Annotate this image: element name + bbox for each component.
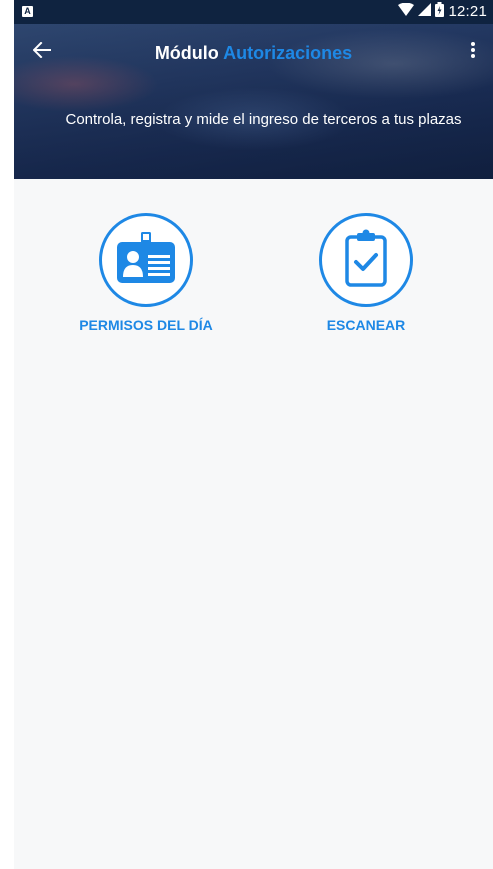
escanear-button[interactable]: ESCANEAR (286, 213, 446, 334)
clipboard-check-icon (344, 229, 388, 292)
overflow-menu-button[interactable] (463, 38, 483, 66)
permisos-label: PERMISOS DEL DÍA (79, 317, 213, 333)
permisos-circle (99, 213, 193, 307)
wifi-icon (398, 2, 415, 22)
status-bar: A 12:21 (14, 0, 493, 24)
header-banner: Módulo Autorizaciones Controla, registra… (14, 24, 493, 179)
header-subtitle: Controla, registra y mide el ingreso de … (65, 111, 462, 128)
escanear-circle (319, 213, 413, 307)
app-screen: A 12:21 Módulo Autorizaciones Controla, … (14, 0, 493, 869)
signal-icon (418, 2, 432, 22)
status-icons: 12:21 (398, 2, 487, 22)
battery-icon (435, 2, 445, 22)
title-accent: Autorizaciones (223, 43, 353, 63)
more-vert-icon (471, 41, 475, 63)
escanear-label: ESCANEAR (326, 317, 406, 333)
title-main: Módulo (154, 43, 219, 63)
status-time: 12:21 (448, 3, 487, 20)
id-card-icon (116, 231, 176, 289)
notification-app-icon: A (22, 6, 33, 17)
permisos-del-dia-button[interactable]: PERMISOS DEL DÍA (66, 213, 226, 334)
app-bar: Módulo Autorizaciones (14, 24, 493, 80)
page-title: Módulo Autorizaciones (14, 42, 493, 64)
